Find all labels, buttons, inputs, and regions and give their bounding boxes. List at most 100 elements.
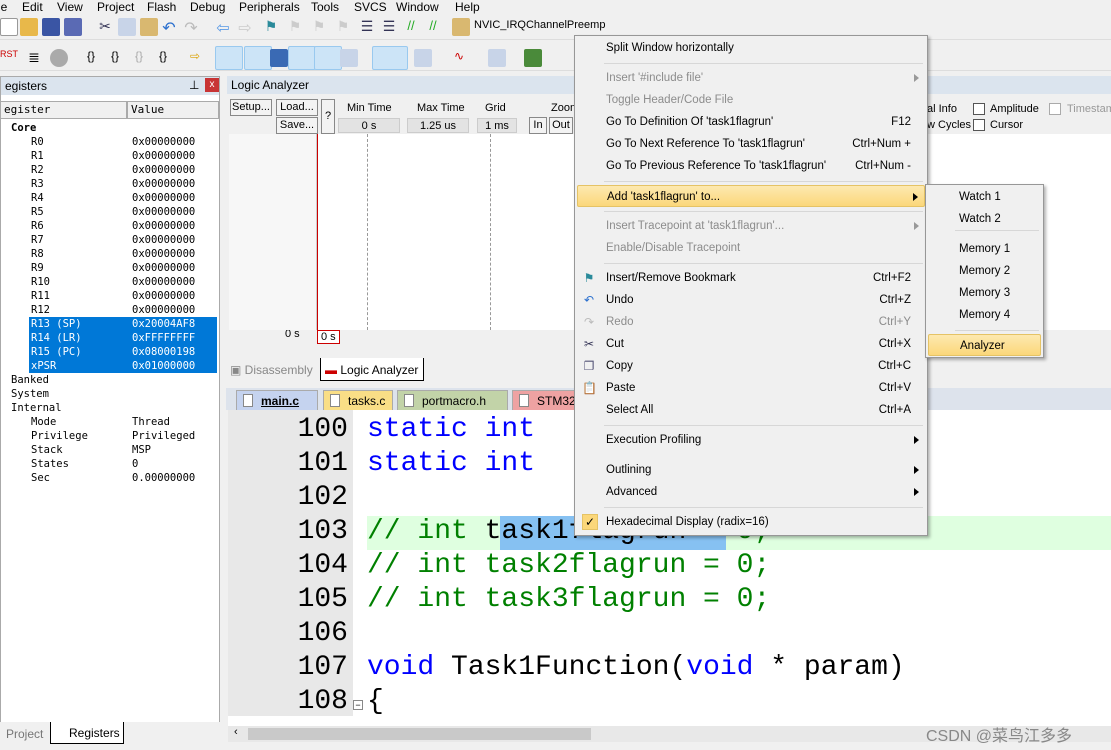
menu-peripherals[interactable]: Peripherals xyxy=(239,0,300,14)
register-row[interactable]: R3 0x00000000 xyxy=(1,177,217,191)
menu-svcs[interactable]: SVCS xyxy=(354,0,387,14)
indent-icon[interactable]: ☰ xyxy=(358,18,376,36)
new-file-icon[interactable] xyxy=(0,18,18,36)
register-row[interactable]: Stack MSP xyxy=(1,443,217,457)
register-row[interactable]: R12 0x00000000 xyxy=(1,303,217,317)
submenu-item-analyzer[interactable]: Analyzer xyxy=(928,334,1041,356)
cut-icon[interactable]: ✂ xyxy=(96,18,114,36)
call-stack-icon[interactable] xyxy=(314,46,342,70)
register-row[interactable]: Mode Thread xyxy=(1,415,217,429)
tab-project[interactable]: Project xyxy=(6,727,43,741)
scrollbar-thumb[interactable] xyxy=(248,728,591,740)
column-header-register[interactable]: egister xyxy=(0,101,127,119)
paste-icon[interactable] xyxy=(140,18,158,36)
register-row[interactable]: R2 0x00000000 xyxy=(1,163,217,177)
submenu-item-watch-2[interactable]: Watch 2 xyxy=(928,208,1041,230)
submenu-item-watch-1[interactable]: Watch 1 xyxy=(928,186,1041,208)
register-row[interactable]: R14 (LR) 0xFFFFFFFF xyxy=(1,331,217,345)
copy-icon[interactable] xyxy=(118,18,136,36)
run-to-cursor-icon[interactable]: {} xyxy=(154,49,172,67)
menu-item-execution-profiling[interactable]: Execution Profiling xyxy=(577,429,925,451)
menu-item-go-to-previous-reference-to-task1flagrun[interactable]: Go To Previous Reference To 'task1flagru… xyxy=(577,155,925,177)
reset-icon[interactable]: RST xyxy=(0,49,18,67)
bookmark-icon[interactable]: ⚑ xyxy=(262,18,280,36)
cursor-checkbox[interactable] xyxy=(973,119,985,131)
file-tab[interactable]: STM32F xyxy=(512,390,583,410)
submenu-item-memory-2[interactable]: Memory 2 xyxy=(928,260,1041,282)
register-row[interactable]: R10 0x00000000 xyxy=(1,275,217,289)
clear-bookmarks-icon[interactable]: ⚑ xyxy=(334,18,352,36)
menu-item-advanced[interactable]: Advanced xyxy=(577,481,925,503)
uncomment-icon[interactable]: // xyxy=(424,18,442,36)
zoom-in-button[interactable]: In xyxy=(529,117,547,134)
pin-icon[interactable]: ⊥ xyxy=(189,78,199,92)
submenu-item-memory-3[interactable]: Memory 3 xyxy=(928,282,1041,304)
memory-window-icon[interactable] xyxy=(372,46,408,70)
register-row[interactable]: R7 0x00000000 xyxy=(1,233,217,247)
register-row[interactable]: R8 0x00000000 xyxy=(1,247,217,261)
menu-view[interactable]: View xyxy=(57,0,83,14)
menu-le[interactable]: le xyxy=(0,0,7,14)
forward-icon[interactable]: ⇨ xyxy=(236,18,254,37)
watch-window-icon[interactable] xyxy=(340,49,358,67)
stop-icon[interactable] xyxy=(50,49,68,67)
analysis-window-icon[interactable]: ∿ xyxy=(450,49,468,67)
save-button[interactable]: Save... xyxy=(276,117,318,134)
menu-item-copy[interactable]: ❐ Copy Ctrl+C xyxy=(577,355,925,377)
tree-group-core[interactable]: Core xyxy=(1,121,217,135)
menu-item-outlining[interactable]: Outlining xyxy=(577,459,925,481)
tab-logic-analyzer[interactable]: ▬ Logic Analyzer xyxy=(320,358,424,381)
menu-item-cut[interactable]: ✂ Cut Ctrl+X xyxy=(577,333,925,355)
register-row[interactable]: R9 0x00000000 xyxy=(1,261,217,275)
menu-item-go-to-definition-of-task1flagrun[interactable]: Go To Definition Of 'task1flagrun' F12 xyxy=(577,111,925,133)
register-row[interactable]: R13 (SP) 0x20004AF8 xyxy=(1,317,217,331)
file-tab[interactable]: main.c xyxy=(236,390,318,410)
menu-item-add-task1flagrun-to[interactable]: Add 'task1flagrun' to... xyxy=(577,185,925,207)
register-row[interactable]: R15 (PC) 0x08000198 xyxy=(1,345,217,359)
tab-disassembly[interactable]: ▣ Disassembly xyxy=(230,363,313,377)
menu-item-enable-disable-tracepoint[interactable]: Enable/Disable Tracepoint xyxy=(577,237,925,259)
zoom-out-button[interactable]: Out xyxy=(549,117,573,134)
menu-item-toggle-header-code-file[interactable]: Toggle Header/Code File xyxy=(577,89,925,111)
expand-icon[interactable]: ⊞ xyxy=(11,359,17,373)
menu-help[interactable]: Help xyxy=(455,0,480,14)
menu-edit[interactable]: Edit xyxy=(22,0,43,14)
register-row[interactable]: R0 0x00000000 xyxy=(1,135,217,149)
undo-icon[interactable]: ↶ xyxy=(160,18,178,37)
menu-item-paste[interactable]: 📋 Paste Ctrl+V xyxy=(577,377,925,399)
register-row[interactable]: R6 0x00000000 xyxy=(1,219,217,233)
tab-registers[interactable]: Registers xyxy=(50,722,124,744)
open-folder-icon[interactable] xyxy=(20,18,38,36)
serial-window-icon[interactable] xyxy=(414,49,432,67)
register-row[interactable]: R4 0x00000000 xyxy=(1,191,217,205)
file-tab[interactable]: portmacro.h xyxy=(397,390,508,410)
register-row[interactable]: xPSR 0x01000000 ⊞ xyxy=(1,359,217,373)
load-button[interactable]: Load... xyxy=(276,99,318,116)
submenu-item-memory-1[interactable]: Memory 1 xyxy=(928,238,1041,260)
menu-item-insert-remove-bookmark[interactable]: ⚑ Insert/Remove Bookmark Ctrl+F2 xyxy=(577,267,925,289)
help-button[interactable]: ? xyxy=(321,99,335,134)
save-all-icon[interactable] xyxy=(64,18,82,36)
step-into-icon[interactable]: {} xyxy=(82,49,100,67)
menu-item-insert-tracepoint-at-task1flagrun[interactable]: Insert Tracepoint at 'task1flagrun'... xyxy=(577,215,925,237)
menu-tools[interactable]: Tools xyxy=(311,0,339,14)
run-icon[interactable]: ≣ xyxy=(25,49,43,67)
register-row[interactable]: R5 0x00000000 xyxy=(1,205,217,219)
timestamps-checkbox[interactable] xyxy=(1049,103,1061,115)
save-icon[interactable] xyxy=(42,18,60,36)
menu-item-go-to-next-reference-to-task1flagrun[interactable]: Go To Next Reference To 'task1flagrun' Ct… xyxy=(577,133,925,155)
register-row[interactable]: States 0 xyxy=(1,457,217,471)
column-header-value[interactable]: Value xyxy=(127,101,219,119)
file-tab[interactable]: tasks.c xyxy=(323,390,393,410)
unindent-icon[interactable]: ☰ xyxy=(380,18,398,36)
tree-group-banked[interactable]: Banked xyxy=(1,373,217,387)
command-window-icon[interactable] xyxy=(215,46,243,70)
symbols-window-icon[interactable] xyxy=(270,49,288,67)
register-row[interactable]: Sec 0.00000000 xyxy=(1,471,217,485)
menu-item-undo[interactable]: ↶ Undo Ctrl+Z xyxy=(577,289,925,311)
register-row[interactable]: Privilege Privileged xyxy=(1,429,217,443)
next-bookmark-icon[interactable]: ⚑ xyxy=(310,18,328,36)
menu-project[interactable]: Project xyxy=(97,0,134,14)
menu-item-hexadecimal-display-radix-16[interactable]: ✓ Hexadecimal Display (radix=16) xyxy=(577,511,925,533)
disassembly-window-icon[interactable] xyxy=(244,46,272,70)
